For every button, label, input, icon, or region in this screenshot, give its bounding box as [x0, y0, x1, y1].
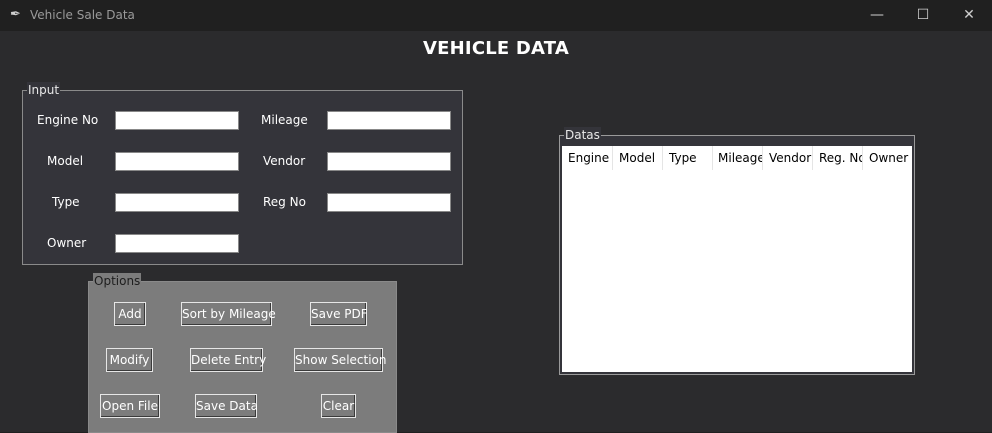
column-header-engine-no[interactable]: Engine N	[562, 146, 613, 170]
input-frame-label: Input	[27, 82, 61, 98]
reg-no-field[interactable]	[327, 193, 451, 212]
options-frame: Options Add Sort by Mileage Save PDF Mod…	[88, 273, 397, 433]
column-header-mileage[interactable]: Mileage	[713, 146, 763, 170]
model-label: Model	[47, 154, 84, 168]
owner-field[interactable]	[115, 234, 239, 253]
window-title: Vehicle Sale Data	[30, 8, 135, 22]
engine-no-field[interactable]	[115, 111, 239, 130]
feather-icon: ✒	[10, 7, 21, 22]
engine-no-label: Engine No	[37, 113, 99, 127]
sort-by-mileage-button[interactable]: Sort by Mileage	[181, 302, 276, 326]
options-frame-label: Options	[93, 273, 142, 289]
modify-button[interactable]: Modify	[106, 348, 153, 372]
title-bar: ✒ Vehicle Sale Data — ☐ ✕	[0, 0, 992, 31]
type-field[interactable]	[115, 193, 239, 212]
column-header-model[interactable]: Model	[613, 146, 663, 170]
vendor-label: Vendor	[263, 154, 306, 168]
maximize-button[interactable]: ☐	[900, 0, 946, 31]
show-selection-button[interactable]: Show Selection	[294, 348, 387, 372]
clear-button[interactable]: Clear	[321, 394, 356, 418]
input-frame: Input Engine No Mileage Model Vendor Typ…	[22, 82, 463, 265]
mileage-field[interactable]	[327, 111, 451, 130]
data-table[interactable]: Engine N Model Type Mileage Vendor Reg. …	[562, 146, 912, 372]
model-field[interactable]	[115, 152, 239, 171]
vendor-field[interactable]	[327, 152, 451, 171]
type-label: Type	[52, 195, 80, 209]
save-data-button[interactable]: Save Data	[195, 394, 258, 418]
reg-no-label: Reg No	[263, 195, 306, 209]
minimize-button[interactable]: —	[854, 0, 900, 31]
mileage-label: Mileage	[261, 113, 308, 127]
save-pdf-button[interactable]: Save PDF	[310, 302, 368, 326]
column-header-type[interactable]: Type	[663, 146, 713, 170]
column-header-owner[interactable]: Owner	[863, 146, 912, 170]
add-button[interactable]: Add	[114, 302, 146, 326]
column-header-reg-no[interactable]: Reg. No	[813, 146, 863, 170]
delete-entry-button[interactable]: Delete Entry	[190, 348, 266, 372]
column-header-vendor[interactable]: Vendor	[763, 146, 813, 170]
owner-label: Owner	[47, 236, 87, 250]
data-frame-label: Datas	[564, 127, 601, 143]
close-button[interactable]: ✕	[946, 0, 992, 31]
data-frame: Datas Engine N Model Type Mileage Vendor…	[559, 127, 915, 375]
page-title: VEHICLE DATA	[423, 38, 569, 59]
open-file-button[interactable]: Open File	[100, 394, 160, 418]
